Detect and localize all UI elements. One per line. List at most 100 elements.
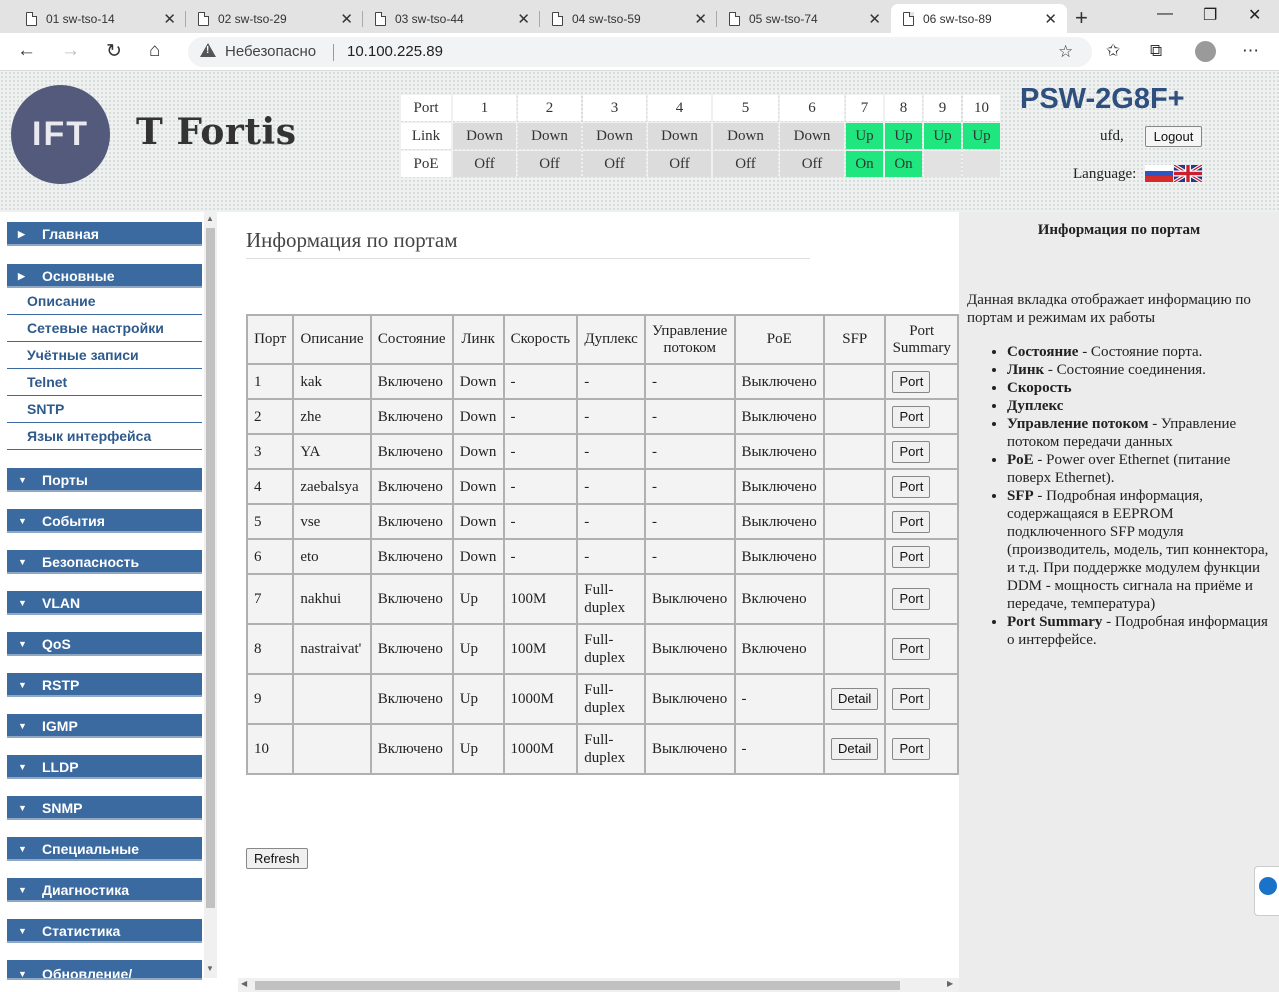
sidebar-section-rstp[interactable]: ▼ RSTP — [7, 673, 202, 697]
port-summary-button[interactable]: Port — [892, 738, 931, 760]
sfp-detail-button[interactable]: Detail — [831, 688, 879, 710]
link-status-up: Up — [846, 123, 883, 149]
forward-icon[interactable]: → — [61, 40, 80, 62]
port-summary-button[interactable]: Port — [892, 588, 931, 610]
poe-status-off: Off — [780, 151, 844, 177]
cell-speed: - — [502, 363, 579, 400]
logout-button[interactable]: Logout — [1145, 126, 1202, 147]
home-icon[interactable]: ⌂ — [149, 40, 160, 62]
sidebar-item-network[interactable]: Сетевые настройки — [7, 315, 202, 342]
cell-flow-control: - — [643, 433, 736, 470]
poe-status-empty — [963, 151, 1000, 177]
scrollbar-thumb[interactable] — [255, 981, 900, 990]
sidebar-section-diagnostics[interactable]: ▼ Диагностика — [7, 878, 202, 902]
sidebar-section-ports[interactable]: ▼ Порты — [7, 468, 202, 492]
scroll-down-icon[interactable]: ▼ — [206, 964, 214, 973]
expand-down-icon: ▼ — [18, 762, 27, 772]
horizontal-scrollbar[interactable]: ◀ ▶ — [238, 978, 959, 992]
new-tab-icon[interactable]: + — [1075, 5, 1088, 31]
close-icon[interactable]: ✕ — [163, 10, 176, 28]
sidebar-item-telnet[interactable]: Telnet — [7, 369, 202, 396]
profile-avatar-icon[interactable] — [1195, 41, 1216, 62]
poe-status-off: Off — [648, 151, 711, 177]
favorites-icon[interactable]: ✩ — [1106, 41, 1120, 61]
browser-tab[interactable]: 05 sw-tso-74 ✕ — [717, 4, 891, 33]
cell-state: Включено — [369, 673, 454, 725]
sidebar-section-lldp[interactable]: ▼ LLDP — [7, 755, 202, 779]
close-icon[interactable]: ✕ — [1044, 10, 1057, 28]
cell-port: 3 — [245, 433, 295, 470]
help-item: Скорость — [1007, 379, 1273, 397]
browser-tab-active[interactable]: 06 sw-tso-89 ✕ — [891, 4, 1067, 33]
sidebar-item-sntp[interactable]: SNTP — [7, 396, 202, 423]
cell-description — [292, 673, 372, 725]
port-summary-button[interactable]: Port — [892, 405, 931, 428]
port-number: 3 — [583, 95, 646, 121]
russian-flag-icon[interactable] — [1145, 165, 1173, 182]
sidebar-section-statistics[interactable]: ▼ Статистика — [7, 919, 202, 943]
sfp-detail-button[interactable]: Detail — [831, 738, 879, 760]
sidebar-section-security[interactable]: ▼ Безопасность — [7, 550, 202, 574]
window-close-icon[interactable]: ✕ — [1248, 5, 1261, 25]
browser-tab[interactable]: 03 sw-tso-44 ✕ — [363, 4, 540, 33]
port-summary-button[interactable]: Port — [892, 440, 931, 463]
port-summary-button[interactable]: Port — [892, 545, 931, 568]
sidebar-section-snmp[interactable]: ▼ SNMP — [7, 796, 202, 820]
scroll-up-icon[interactable]: ▲ — [206, 214, 214, 223]
restore-icon[interactable]: ❐ — [1203, 5, 1217, 25]
sidebar-item-accounts[interactable]: Учётные записи — [7, 342, 202, 369]
sidebar-item-description[interactable]: Описание — [7, 288, 202, 315]
help-item: Линк - Состояние соединения. — [1007, 361, 1273, 379]
sidebar-section-main[interactable]: ▶ Главная — [7, 222, 202, 246]
close-icon[interactable]: ✕ — [340, 10, 353, 28]
page-icon — [198, 11, 209, 26]
page-icon — [375, 11, 386, 26]
minimize-icon[interactable]: — — [1157, 5, 1173, 23]
sidebar-item-language[interactable]: Язык интерфейса — [7, 423, 202, 450]
browser-tab[interactable]: 01 sw-tso-14 ✕ — [14, 4, 186, 33]
cell-summary: Port — [884, 538, 959, 575]
expand-down-icon: ▼ — [18, 803, 27, 813]
add-favorite-icon[interactable]: ☆ — [1058, 42, 1073, 62]
sidebar-scrollbar[interactable]: ▲ ▼ — [204, 212, 217, 978]
sidebar-section-basic[interactable]: ▶ Основные — [7, 264, 202, 288]
back-icon[interactable]: ← — [17, 40, 36, 62]
scrollbar-thumb[interactable] — [206, 228, 215, 908]
cell-link: Down — [451, 398, 505, 435]
close-icon[interactable]: ✕ — [694, 10, 707, 28]
cell-link: Down — [451, 538, 505, 575]
expand-down-icon: ▼ — [18, 969, 27, 979]
sidebar-section-qos[interactable]: ▼ QoS — [7, 632, 202, 656]
browser-tab[interactable]: 04 sw-tso-59 ✕ — [540, 4, 717, 33]
sidebar-section-igmp[interactable]: ▼ IGMP — [7, 714, 202, 738]
sidebar-section-special[interactable]: ▼ Специальные — [7, 837, 202, 861]
close-icon[interactable]: ✕ — [517, 10, 530, 28]
cell-summary: Port — [884, 623, 959, 675]
more-icon[interactable]: ⋯ — [1242, 41, 1259, 61]
cell-sfp — [823, 468, 887, 505]
sidebar-section-events[interactable]: ▼ События — [7, 509, 202, 533]
port-summary-button[interactable]: Port — [892, 688, 931, 710]
sidebar-section-vlan[interactable]: ▼ VLAN — [7, 591, 202, 615]
cell-poe: Включено — [733, 623, 826, 675]
port-summary-button[interactable]: Port — [892, 475, 931, 498]
cell-port: 10 — [245, 723, 295, 775]
collections-icon[interactable]: ⧉ — [1150, 41, 1162, 61]
url-field[interactable]: Небезопасно 10.100.225.89 ☆ — [188, 37, 1092, 67]
port-summary-button[interactable]: Port — [892, 510, 931, 533]
browser-tab[interactable]: 02 sw-tso-29 ✕ — [186, 4, 363, 33]
refresh-button[interactable]: Refresh — [246, 848, 308, 869]
cell-duplex: - — [576, 433, 646, 470]
sidebar-section-label: SNMP — [42, 800, 83, 816]
url-text[interactable]: 10.100.225.89 — [347, 43, 443, 60]
teamviewer-icon[interactable] — [1254, 866, 1279, 916]
uk-flag-icon[interactable] — [1174, 165, 1202, 182]
port-summary-button[interactable]: Port — [892, 370, 931, 393]
close-icon[interactable]: ✕ — [868, 10, 881, 28]
sidebar-section-update[interactable]: ▼ Обновление/ — [7, 960, 202, 980]
port-summary-button[interactable]: Port — [892, 638, 931, 660]
scroll-left-icon[interactable]: ◀ — [241, 979, 247, 988]
reload-icon[interactable]: ↻ — [106, 40, 122, 63]
cell-description: nastraivat' — [292, 623, 372, 675]
scroll-right-icon[interactable]: ▶ — [947, 979, 953, 988]
